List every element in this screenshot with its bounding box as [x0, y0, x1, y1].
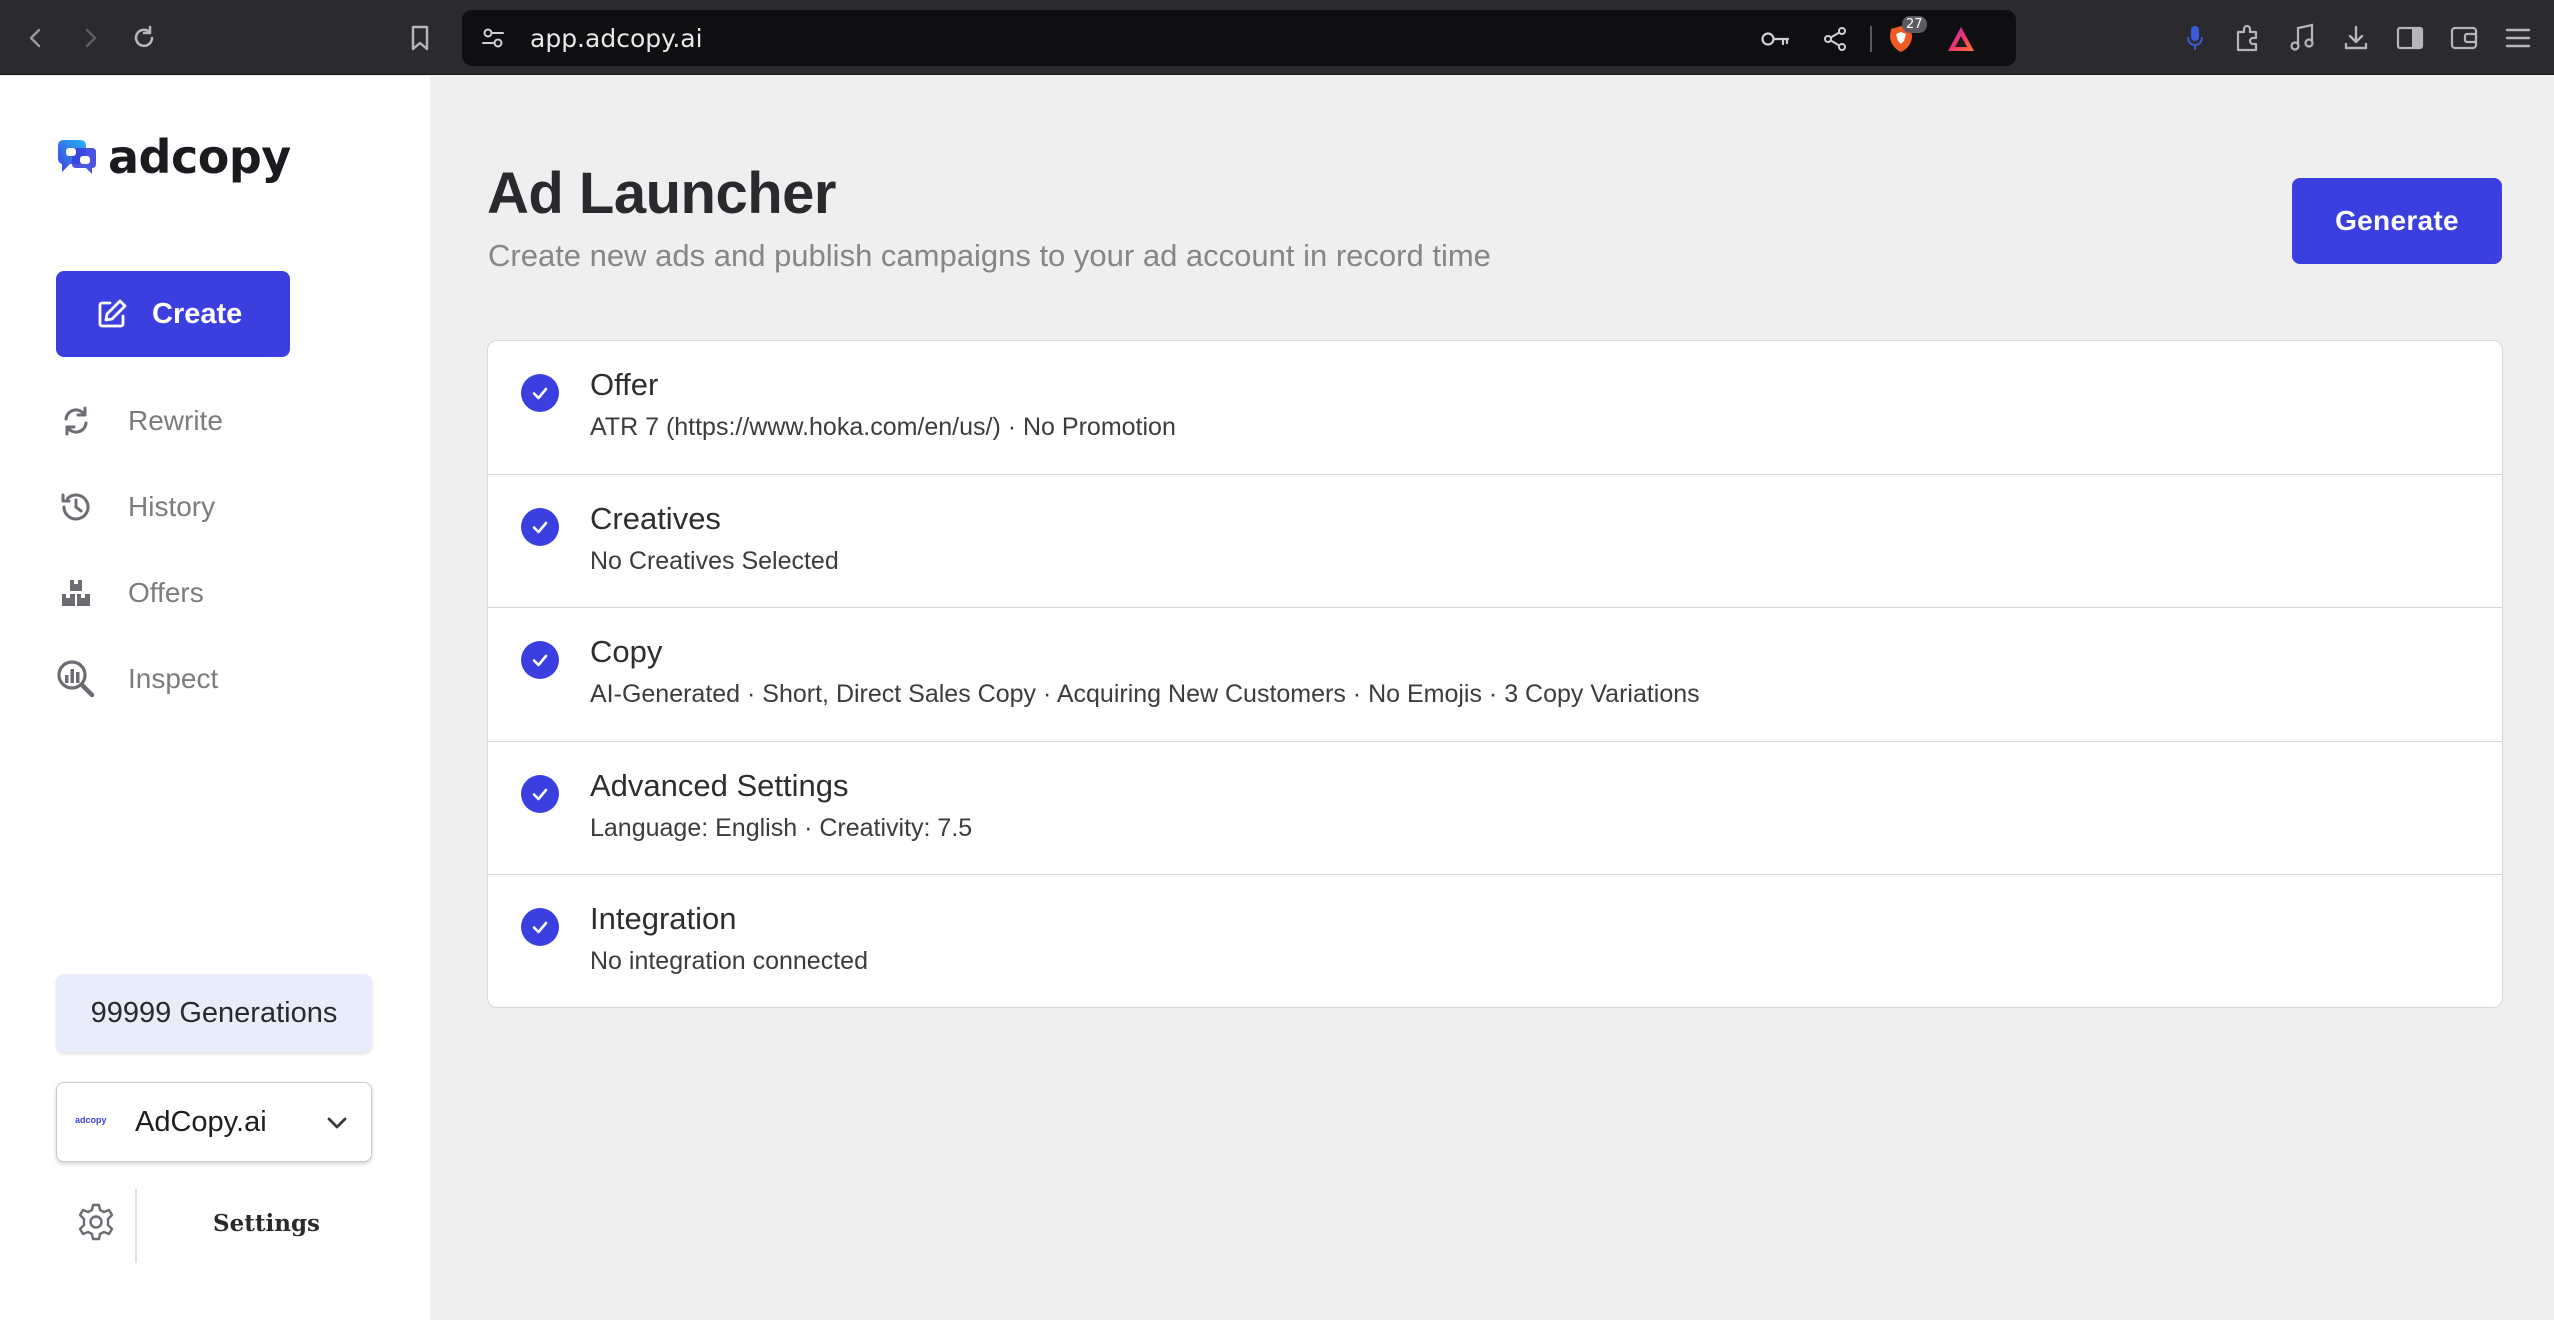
generate-button[interactable]: Generate	[2292, 178, 2502, 264]
microphone-icon[interactable]	[2177, 20, 2213, 56]
gear-icon[interactable]	[76, 1202, 116, 1247]
create-button[interactable]: Create	[56, 271, 290, 357]
bookmark-button[interactable]	[402, 20, 438, 56]
check-circle-icon	[521, 374, 559, 412]
check-circle-icon	[521, 641, 559, 680]
sidebar-toggle-icon[interactable]	[2392, 20, 2428, 56]
account-selector[interactable]: adcopy AdCopy.ai	[56, 1082, 372, 1162]
step-description: No integration connected	[590, 947, 868, 976]
check-circle-icon	[521, 908, 559, 947]
chevron-right-icon	[85, 28, 97, 48]
step-description: No Creatives Selected	[590, 546, 839, 575]
sidebar-item-history[interactable]: History	[56, 482, 215, 532]
step-description: AI-Generated · Short, Direct Sales Copy …	[590, 680, 1700, 709]
launcher-steps-list: Offer ATR 7 (https://www.hoka.com/en/us/…	[487, 340, 2503, 1008]
sidebar: adcopy Create Rewrite History Offers Ins…	[0, 76, 430, 1320]
step-copy[interactable]: Copy AI-Generated · Short, Direct Sales …	[488, 608, 2502, 742]
sidebar-item-label: Offers	[128, 577, 204, 608]
url-text[interactable]: app.adcopy.ai	[530, 24, 703, 53]
create-label: Create	[152, 297, 243, 330]
refresh-icon	[56, 401, 96, 441]
generations-counter: 99999 Generations	[56, 974, 372, 1052]
adcopy-logo-icon	[58, 140, 96, 174]
back-button[interactable]	[18, 20, 54, 56]
account-name: AdCopy.ai	[135, 1105, 267, 1138]
settings-link[interactable]: Settings	[213, 1210, 320, 1237]
site-settings-icon[interactable]	[480, 25, 506, 51]
step-description: ATR 7 (https://www.hoka.com/en/us/) · No…	[590, 413, 1176, 441]
sidebar-item-label: Inspect	[128, 663, 219, 694]
urlbar-divider	[1870, 26, 1872, 52]
extensions-icon[interactable]	[2230, 20, 2266, 56]
check-circle-icon	[521, 507, 559, 546]
step-name: Offer	[590, 367, 659, 402]
page-title: Ad Launcher	[487, 161, 837, 226]
step-name: Creatives	[590, 500, 721, 536]
key-icon[interactable]	[1760, 24, 1790, 54]
brave-rewards-icon[interactable]	[1946, 24, 1976, 54]
sidebar-item-inspect[interactable]: Inspect	[56, 654, 218, 704]
page-subtitle: Create new ads and publish campaigns to …	[488, 238, 1491, 273]
account-logo: adcopy	[75, 1115, 107, 1125]
settings-divider	[135, 1189, 137, 1263]
step-description: Language: English · Creativity: 7.5	[590, 813, 973, 842]
download-icon[interactable]	[2338, 20, 2374, 56]
adcopy-logo[interactable]: adcopy	[54, 130, 291, 184]
step-name: Advanced Settings	[590, 767, 849, 803]
chart-search-icon	[56, 659, 96, 699]
step-creatives[interactable]: Creatives No Creatives Selected	[488, 475, 2502, 609]
logo-text: adcopy	[108, 130, 291, 184]
wallet-icon[interactable]	[2446, 20, 2482, 56]
step-advanced-settings[interactable]: Advanced Settings Language: English · Cr…	[488, 742, 2502, 876]
bookmark-icon	[411, 25, 429, 51]
reload-icon	[134, 25, 154, 48]
step-name: Copy	[590, 634, 663, 670]
forward-button[interactable]	[72, 20, 108, 56]
music-icon[interactable]	[2284, 20, 2320, 56]
sidebar-item-rewrite[interactable]: Rewrite	[56, 396, 223, 446]
menu-icon[interactable]	[2500, 20, 2536, 56]
sidebar-item-offers[interactable]: Offers	[56, 568, 204, 618]
check-circle-icon	[521, 774, 559, 813]
history-icon	[56, 487, 96, 527]
boxes-icon	[56, 573, 96, 613]
sidebar-item-label: History	[128, 491, 216, 522]
chevron-down-icon	[327, 1117, 347, 1129]
shields-count-badge: 27	[1902, 16, 1927, 33]
sidebar-item-label: Rewrite	[128, 405, 223, 436]
step-integration[interactable]: Integration No integration connected	[488, 875, 2502, 1007]
step-offer[interactable]: Offer ATR 7 (https://www.hoka.com/en/us/…	[488, 341, 2502, 475]
browser-toolbar: app.adcopy.ai 27	[0, 0, 2554, 75]
step-name: Integration	[590, 901, 737, 937]
edit-icon	[98, 299, 127, 328]
reload-button[interactable]	[126, 20, 162, 56]
share-icon[interactable]	[1820, 24, 1850, 54]
chevron-left-icon	[29, 28, 41, 48]
address-bar[interactable]: app.adcopy.ai 27	[462, 10, 2016, 66]
